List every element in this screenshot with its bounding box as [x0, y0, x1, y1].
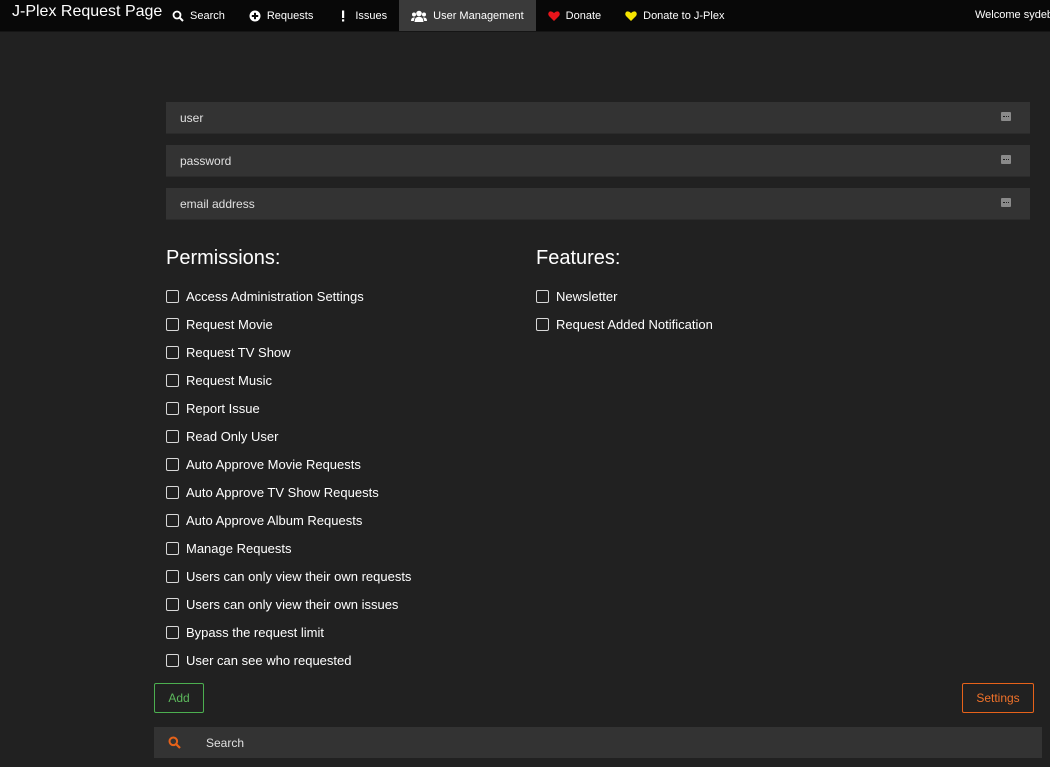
user-field — [166, 102, 1030, 134]
password-input[interactable] — [166, 145, 986, 176]
password-manager-icon[interactable] — [1001, 155, 1011, 164]
nav-item-label: Requests — [266, 9, 314, 22]
search-icon — [172, 10, 184, 22]
checkbox[interactable] — [166, 401, 179, 415]
nav-item-label: Donate to J-Plex — [643, 9, 725, 22]
nav-item-donate[interactable]: Donate — [536, 0, 613, 31]
password-manager-icon[interactable] — [1001, 198, 1011, 207]
checkbox-label: Request Music — [186, 372, 272, 388]
feature-checkbox[interactable]: Newsletter — [536, 288, 617, 304]
checkbox[interactable] — [166, 345, 179, 359]
permission-checkbox[interactable]: Users can only view their own requests — [166, 568, 411, 584]
checkbox-label: Users can only view their own requests — [186, 568, 412, 584]
checkbox[interactable] — [166, 625, 179, 639]
permission-checkbox[interactable]: Auto Approve TV Show Requests — [166, 484, 379, 500]
users-icon — [411, 10, 428, 22]
checkbox[interactable] — [166, 513, 179, 527]
checkbox[interactable] — [536, 289, 549, 303]
checkbox-label: Auto Approve Album Requests — [186, 512, 363, 528]
checkbox[interactable] — [166, 317, 179, 331]
checkbox-label: Request Movie — [186, 316, 273, 332]
nav-item-label: Issues — [355, 9, 388, 22]
checkbox[interactable] — [166, 653, 179, 667]
checkbox[interactable] — [166, 457, 179, 471]
features-title: Features: — [536, 247, 621, 269]
email-input[interactable] — [166, 188, 986, 219]
checkbox[interactable] — [166, 485, 179, 499]
user-search-bar — [154, 727, 1042, 758]
permission-checkbox[interactable]: User can see who requested — [166, 652, 351, 668]
permission-checkbox[interactable]: Auto Approve Movie Requests — [166, 456, 361, 472]
checkbox-label: Auto Approve TV Show Requests — [186, 484, 379, 500]
checkbox-label: Bypass the request limit — [186, 624, 325, 640]
nav-item-issues[interactable]: Issues — [325, 0, 399, 31]
nav-menu: Search Requests Issues User Management D… — [160, 0, 736, 31]
nav-item-label: Search — [190, 9, 225, 22]
checkbox[interactable] — [166, 541, 179, 555]
permission-checkbox[interactable]: Users can only view their own issues — [166, 596, 398, 612]
permission-checkbox[interactable]: Auto Approve Album Requests — [166, 512, 362, 528]
top-navbar: J-Plex Request Page Search Requests Issu… — [0, 0, 1050, 32]
checkbox-label: Read Only User — [186, 428, 279, 444]
password-field — [166, 145, 1030, 177]
permission-checkbox[interactable]: Request TV Show — [166, 344, 291, 360]
add-user-button[interactable]: Add — [154, 683, 204, 713]
permissions-title: Permissions: — [166, 247, 281, 269]
search-icon — [168, 736, 181, 749]
search-input[interactable] — [194, 727, 1034, 758]
feature-checkbox[interactable]: Request Added Notification — [536, 316, 713, 332]
checkbox[interactable] — [166, 289, 179, 303]
settings-button[interactable]: Settings — [962, 683, 1034, 713]
checkbox[interactable] — [166, 429, 179, 443]
checkbox-label: Newsletter — [556, 288, 618, 304]
nav-item-requests[interactable]: Requests — [237, 0, 325, 31]
checkbox-label: User can see who requested — [186, 652, 352, 668]
permission-checkbox[interactable]: Manage Requests — [166, 540, 292, 556]
heart-icon — [547, 10, 560, 22]
permission-checkbox[interactable]: Request Music — [166, 372, 272, 388]
checkbox[interactable] — [166, 373, 179, 387]
email-field — [166, 188, 1030, 220]
permission-checkbox[interactable]: Report Issue — [166, 400, 260, 416]
permission-checkbox[interactable]: Request Movie — [166, 316, 273, 332]
password-manager-icon[interactable] — [1001, 112, 1011, 121]
nav-item-user-management[interactable]: User Management — [399, 0, 536, 31]
username-input[interactable] — [166, 102, 986, 133]
nav-item-label: Donate — [565, 9, 602, 22]
checkbox-label: Auto Approve Movie Requests — [186, 456, 361, 472]
brand-title[interactable]: J-Plex Request Page — [12, 3, 162, 21]
checkbox-label: Access Administration Settings — [186, 288, 364, 304]
checkbox-label: Request TV Show — [186, 344, 291, 360]
checkbox-label: Users can only view their own issues — [186, 596, 399, 612]
checkbox[interactable] — [536, 317, 549, 331]
permission-checkbox[interactable]: Bypass the request limit — [166, 624, 324, 640]
nav-item-label: User Management — [433, 9, 524, 22]
nav-item-donate-jplex[interactable]: Donate to J-Plex — [613, 0, 736, 31]
exclamation-icon — [337, 10, 349, 22]
welcome-user[interactable]: Welcome sydeburn — [975, 9, 1050, 21]
checkbox[interactable] — [166, 569, 179, 583]
nav-item-search[interactable]: Search — [160, 0, 237, 31]
permission-checkbox[interactable]: Access Administration Settings — [166, 288, 364, 304]
checkbox-label: Report Issue — [186, 400, 260, 416]
heart-icon — [625, 10, 637, 22]
permission-checkbox[interactable]: Read Only User — [166, 428, 278, 444]
checkbox-label: Manage Requests — [186, 540, 292, 556]
checkbox-label: Request Added Notification — [556, 316, 713, 332]
checkbox[interactable] — [166, 597, 179, 611]
plus-circle-icon — [249, 10, 261, 22]
